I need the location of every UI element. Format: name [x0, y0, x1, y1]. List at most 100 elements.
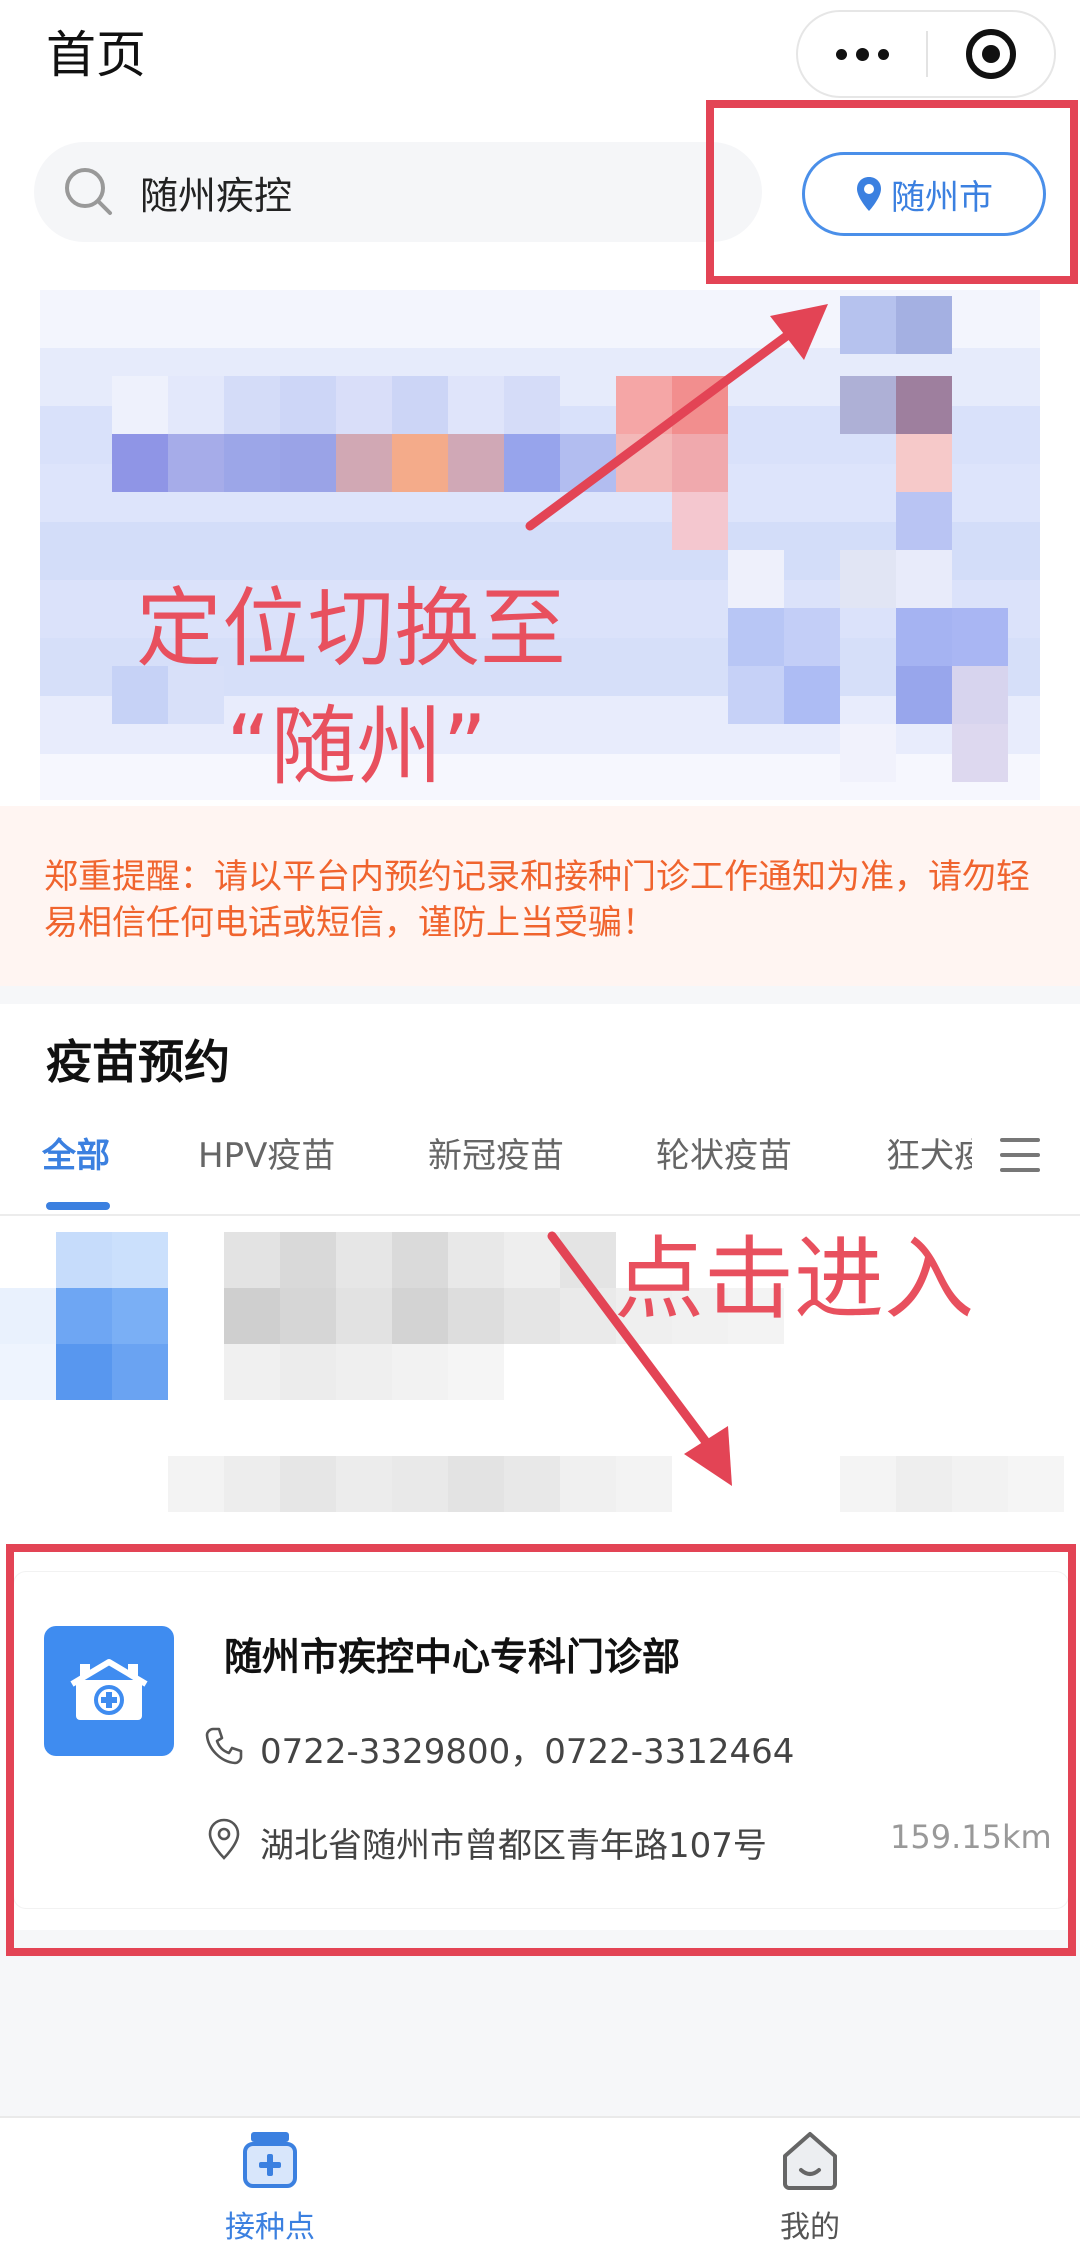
active-tab-indicator — [46, 1202, 110, 1210]
tab-rotavirus[interactable]: 轮状疫苗 — [656, 1128, 792, 1177]
banner-image[interactable] — [0, 290, 1080, 800]
blur-pixel — [840, 724, 896, 782]
more-dots-icon[interactable] — [798, 12, 926, 96]
blur-pixel — [840, 550, 896, 608]
nav-vaccination-sites[interactable]: 接种点 — [170, 2126, 370, 2246]
tab-all[interactable]: 全部 — [42, 1128, 110, 1177]
blur-pixel — [112, 1232, 168, 1288]
blur-pixel — [672, 434, 728, 492]
blur-pixel — [840, 1456, 896, 1512]
blur-pixel — [448, 1288, 504, 1344]
blur-pixel — [448, 434, 504, 492]
search-icon — [65, 168, 112, 215]
blur-pixel — [448, 1232, 504, 1288]
blur-pixel — [224, 1288, 280, 1344]
blur-pixel — [280, 1288, 336, 1344]
search-input[interactable]: 随州疾控 — [34, 142, 762, 242]
annotation-box-clinic — [6, 1544, 1076, 1956]
blur-pixel — [840, 296, 896, 354]
miniprogram-capsule — [796, 10, 1056, 98]
blur-pixel — [280, 1456, 336, 1512]
blur-pixel — [336, 376, 392, 434]
blur-pixel — [112, 376, 168, 434]
blur-pixel — [504, 376, 560, 434]
blur-pixel — [952, 1456, 1008, 1512]
blur-pixel — [280, 1232, 336, 1288]
blur-pixel — [224, 1232, 280, 1288]
blur-pixel — [896, 608, 952, 666]
hamburger-menu-icon[interactable] — [1000, 1136, 1048, 1176]
blur-pixel — [952, 724, 1008, 782]
nav-label: 我的 — [780, 2210, 840, 2245]
tab-rabies[interactable]: 狂犬疫苗 — [886, 1128, 972, 1177]
blur-pixel — [280, 376, 336, 434]
blur-pixel — [784, 666, 840, 724]
blur-pixel — [168, 434, 224, 492]
blur-pixel — [784, 608, 840, 666]
nav-mine[interactable]: 我的 — [710, 2126, 910, 2246]
blur-pixel — [56, 1288, 112, 1344]
blur-pixel — [560, 1456, 616, 1512]
blur-pixel — [336, 1344, 392, 1400]
blur-pixel — [896, 296, 952, 354]
annotation-click-text: 点击进入 — [614, 1227, 974, 1332]
blur-pixel — [896, 492, 952, 550]
nav-label: 接种点 — [225, 2210, 315, 2245]
blur-pixel — [448, 1456, 504, 1512]
search-value: 随州疾控 — [140, 173, 293, 218]
blur-pixel — [224, 1344, 280, 1400]
blur-pixel — [224, 1456, 280, 1512]
blur-pixel — [56, 1344, 112, 1400]
blur-pixel — [56, 1232, 112, 1288]
blur-pixel — [336, 1288, 392, 1344]
blur-pixel — [896, 376, 952, 434]
blur-pixel — [560, 434, 616, 492]
tab-hpv[interactable]: HPV疫苗 — [198, 1128, 335, 1177]
blur-pixel — [840, 376, 896, 434]
blur-pixel — [336, 1456, 392, 1512]
blur-pixel — [336, 1232, 392, 1288]
tab-covid[interactable]: 新冠疫苗 — [428, 1128, 564, 1177]
blur-pixel — [392, 434, 448, 492]
blur-pixel — [728, 550, 784, 608]
blur-pixel — [112, 1288, 168, 1344]
blur-pixel — [504, 1456, 560, 1512]
blur-pixel — [896, 550, 952, 608]
bottom-tab-bar: 接种点 我的 — [0, 2116, 1080, 2252]
home-smile-icon — [783, 2132, 837, 2190]
blur-pixel — [336, 434, 392, 492]
blur-pixel — [616, 1456, 672, 1512]
section-divider — [0, 986, 1080, 1004]
blur-pixel — [224, 376, 280, 434]
blur-pixel — [392, 376, 448, 434]
annotation-locate-text: 定位切换至 — [136, 579, 566, 679]
blur-pixel — [560, 1232, 616, 1288]
blur-pixel — [504, 1232, 560, 1288]
blur-pixel — [280, 1344, 336, 1400]
blur-pixel — [112, 434, 168, 492]
blur-pixel — [504, 434, 560, 492]
blur-pixel — [896, 666, 952, 724]
blur-pixel — [280, 434, 336, 492]
blur-pixel — [392, 1344, 448, 1400]
blur-pixel — [952, 608, 1008, 666]
blur-pixel — [896, 434, 952, 492]
blur-pixel — [224, 434, 280, 492]
page-background — [0, 1930, 1080, 2116]
blur-pixel — [392, 1288, 448, 1344]
target-close-icon[interactable] — [928, 29, 1054, 79]
blur-pixel — [896, 1456, 952, 1512]
blur-pixel — [728, 608, 784, 666]
blur-pixel — [168, 376, 224, 434]
blur-pixel — [952, 666, 1008, 724]
notice-text: 郑重提醒：请以平台内预约记录和接种门诊工作通知为准，请勿轻易相信任何电话或短信，… — [44, 857, 1030, 943]
blur-pixel — [392, 1232, 448, 1288]
annotation-suizhou-text: “随州” — [226, 697, 488, 797]
blur-pixel — [0, 1344, 56, 1400]
blur-pixel — [448, 1344, 504, 1400]
blur-pixel — [616, 376, 672, 434]
blur-pixel — [672, 492, 728, 550]
section-title: 疫苗预约 — [46, 1035, 230, 1089]
blur-pixel — [672, 376, 728, 434]
blur-pixel — [1008, 1456, 1064, 1512]
